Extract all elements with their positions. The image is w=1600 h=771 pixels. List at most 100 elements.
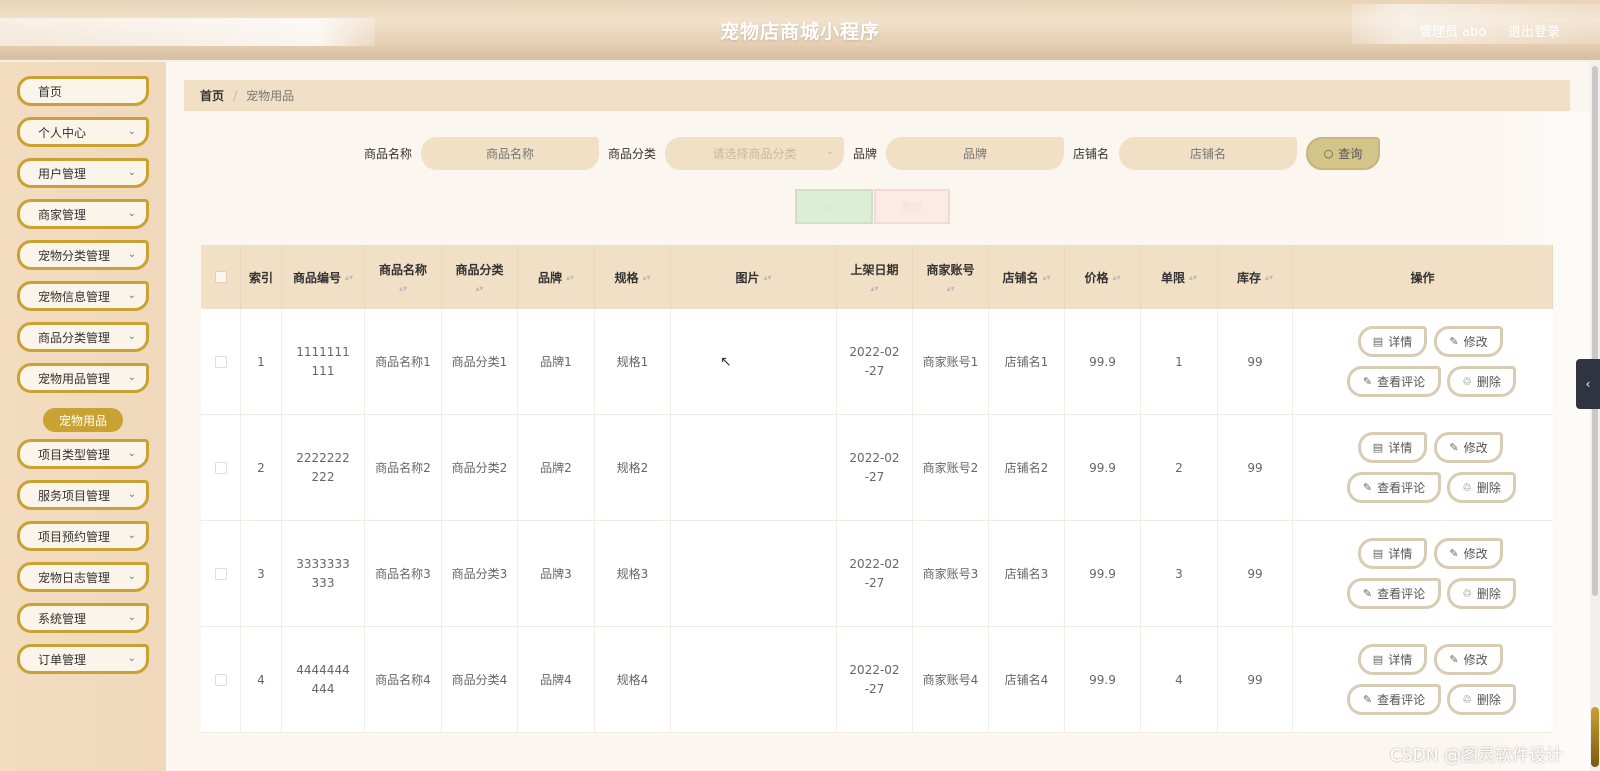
row-checkbox[interactable] — [214, 462, 227, 474]
column-header[interactable]: 商品分类 ▴▾ — [442, 245, 518, 309]
column-header[interactable]: 商品名称 ▴▾ — [365, 245, 442, 309]
sort-icon[interactable]: ▴▾ — [345, 273, 353, 282]
sidebar-item[interactable]: 项目预约管理 ⌄ — [17, 521, 149, 551]
brand-input[interactable] — [886, 137, 1064, 170]
view-comments-button[interactable]: ✎ 查看评论 — [1347, 366, 1441, 397]
scroll-corner-indicator — [1591, 707, 1599, 767]
sidebar-item[interactable]: 宠物日志管理 ⌄ — [17, 562, 149, 592]
logout-link[interactable]: 退出登录 — [1508, 21, 1560, 40]
scrollbar-thumb[interactable] — [1592, 66, 1598, 596]
table-cell: 店铺名3 — [989, 521, 1065, 627]
column-header[interactable]: 规格 ▴▾ — [595, 245, 671, 309]
sort-icon[interactable]: ▴▾ — [566, 273, 574, 282]
sidebar-item[interactable]: 项目类型管理 ⌄ — [17, 439, 149, 469]
column-header[interactable]: 索引 — [241, 245, 282, 309]
select-all-checkbox[interactable] — [214, 271, 227, 283]
add-button[interactable]: 新增 — [795, 189, 873, 224]
sidebar-item-label: 服务项目管理 — [38, 488, 111, 503]
sidebar-item[interactable]: 订单管理 ⌄ — [17, 644, 149, 674]
sidebar-item[interactable]: 宠物用品管理 ⌄ — [17, 363, 149, 393]
row-checkbox[interactable] — [214, 356, 227, 368]
column-header[interactable]: 商家账号 ▴▾ — [913, 245, 989, 309]
chevron-down-icon: ⌄ — [127, 126, 136, 137]
shop-name-input[interactable] — [1119, 137, 1297, 170]
table-cell: 4444444444 — [282, 627, 365, 733]
sidebar-item-label: 宠物信息管理 — [38, 289, 111, 304]
table-cell: 品牌4 — [518, 627, 595, 733]
chevron-down-icon: ⌄ — [127, 167, 136, 178]
sidebar-item[interactable]: 商家管理 ⌄ — [17, 199, 149, 229]
view-comments-button[interactable]: ✎ 查看评论 — [1347, 578, 1441, 609]
sidebar-item[interactable]: 首页 — [17, 76, 149, 106]
sort-icon[interactable]: ▴▾ — [1112, 273, 1120, 282]
sort-icon[interactable]: ▴▾ — [763, 273, 771, 282]
column-header[interactable]: 商品编号 ▴▾ — [282, 245, 365, 309]
sort-icon[interactable]: ▴▾ — [1265, 273, 1273, 282]
table-cell: 店铺名4 — [989, 627, 1065, 733]
column-header[interactable]: 图片 ▴▾ — [671, 245, 837, 309]
edit-button[interactable]: ✎ 修改 — [1434, 432, 1503, 463]
delete-button[interactable]: ♲ 删除 — [1447, 366, 1516, 397]
view-comments-button[interactable]: ✎ 查看评论 — [1347, 684, 1441, 715]
edit-button[interactable]: ✎ 修改 — [1434, 538, 1503, 569]
edit-button[interactable]: ✎ 修改 — [1434, 326, 1503, 357]
batch-delete-button[interactable]: 删除 — [874, 189, 950, 224]
table-header: 索引 商品编号 ▴▾ 商品名称 ▴▾ 商品分类 ▴▾ 品牌 ▴▾ 规格 ▴▾ 图片 ▴▾ 上架日期 ▴▾ 商家… — [201, 245, 1553, 309]
sort-icon[interactable]: ▴▾ — [870, 284, 878, 293]
table-cell: 3 — [1141, 521, 1218, 627]
sort-icon[interactable]: ▴▾ — [475, 284, 483, 293]
detail-button[interactable]: ▤ 详情 — [1358, 432, 1427, 463]
detail-button[interactable]: ▤ 详情 — [1358, 644, 1427, 675]
scrollbar[interactable] — [1590, 62, 1600, 771]
row-checkbox[interactable] — [214, 674, 227, 686]
edit-button[interactable]: ✎ 修改 — [1434, 644, 1503, 675]
row-select-cell — [201, 627, 241, 733]
column-header[interactable]: 单限 ▴▾ — [1141, 245, 1218, 309]
table-cell: 规格3 — [595, 521, 671, 627]
submenu-item-pet-supplies[interactable]: 宠物用品 — [43, 408, 123, 432]
column-header[interactable]: 上架日期 ▴▾ — [837, 245, 913, 309]
breadcrumb-home[interactable]: 首页 — [200, 87, 224, 104]
column-header-label: 商品名称 — [378, 263, 427, 277]
view-comments-button[interactable]: ✎ 查看评论 — [1347, 472, 1441, 503]
sidebar-item[interactable]: 用户管理 ⌄ — [17, 158, 149, 188]
table-row: 2 2222222222 商品名称2 商品分类2 品牌2 规格2 2022-02-27 商家账… — [201, 415, 1553, 521]
pencil-icon: ✎ — [1449, 653, 1459, 666]
delete-button[interactable]: ♲ 删除 — [1447, 472, 1516, 503]
detail-button[interactable]: ▤ 详情 — [1358, 538, 1427, 569]
column-header[interactable]: 店铺名 ▴▾ — [989, 245, 1065, 309]
sidebar: 首页 个人中心 ⌄ 用户管理 ⌄ 商家管理 ⌄ 宠物分类管理 ⌄ 宠物信息管理 ⌄ 商品分类管理 ⌄ 宠物… — [0, 62, 166, 771]
sidebar-item[interactable]: 服务项目管理 ⌄ — [17, 480, 149, 510]
column-header[interactable]: 操作 — [1293, 245, 1553, 309]
sidebar-item[interactable]: 商品分类管理 ⌄ — [17, 322, 149, 352]
row-checkbox[interactable] — [214, 568, 227, 580]
detail-button-label: 详情 — [1388, 547, 1413, 561]
search-button-label: 查询 — [1338, 147, 1363, 161]
row-select-cell — [201, 415, 241, 521]
detail-button[interactable]: ▤ 详情 — [1358, 326, 1427, 357]
sidebar-item-label: 系统管理 — [38, 611, 87, 626]
column-header[interactable]: 品牌 ▴▾ — [518, 245, 595, 309]
search-button[interactable]: ○ 查询 — [1306, 137, 1380, 170]
product-name-input[interactable] — [421, 137, 599, 170]
product-category-select[interactable]: 请选择商品分类 ⌄ — [665, 137, 844, 170]
sort-icon[interactable]: ▴▾ — [946, 284, 954, 293]
sidebar-item[interactable]: 宠物分类管理 ⌄ — [17, 240, 149, 270]
search-icon: ○ — [1323, 147, 1334, 160]
column-header[interactable]: 价格 ▴▾ — [1065, 245, 1141, 309]
delete-button[interactable]: ♲ 删除 — [1447, 578, 1516, 609]
table-cell: 店铺名2 — [989, 415, 1065, 521]
sort-icon[interactable]: ▴▾ — [399, 284, 407, 293]
delete-button[interactable]: ♲ 删除 — [1447, 684, 1516, 715]
chevron-left-icon[interactable]: ‹ — [1576, 359, 1600, 409]
sort-icon[interactable]: ▴▾ — [1042, 273, 1050, 282]
document-icon: ▤ — [1372, 441, 1384, 454]
column-header[interactable]: 库存 ▴▾ — [1218, 245, 1293, 309]
sidebar-item[interactable]: 个人中心 ⌄ — [17, 117, 149, 147]
sidebar-item[interactable]: 系统管理 ⌄ — [17, 603, 149, 633]
sidebar-item-label: 宠物日志管理 — [38, 570, 111, 585]
sort-icon[interactable]: ▴▾ — [642, 273, 650, 282]
table-cell: 品牌3 — [518, 521, 595, 627]
sort-icon[interactable]: ▴▾ — [1189, 273, 1197, 282]
sidebar-item[interactable]: 宠物信息管理 ⌄ — [17, 281, 149, 311]
